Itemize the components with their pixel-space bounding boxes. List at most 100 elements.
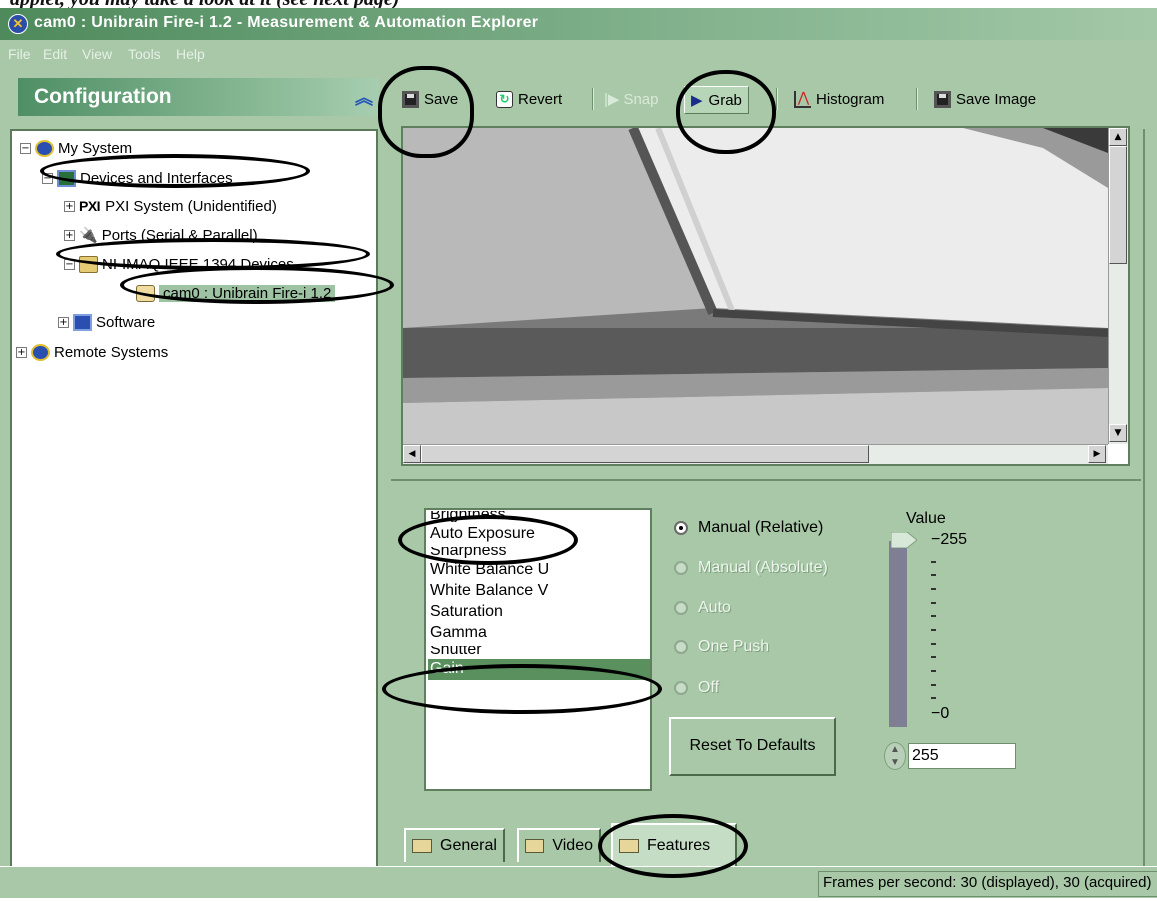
menu-bar: File Edit View Tools Help [0,40,1157,68]
feature-item[interactable]: Saturation [428,602,650,623]
feature-item[interactable]: White Balance U [428,560,650,581]
feature-item[interactable]: Gamma [428,623,650,644]
folder-icon [79,255,98,273]
tree-item-software[interactable]: + Software [58,311,155,333]
radio-label: One Push [698,638,770,655]
slider-thumb-icon[interactable] [891,532,917,548]
configuration-header: Configuration ︽ [18,78,379,116]
floppy-disk-icon [934,90,951,108]
system-icon [31,343,50,361]
collapse-chevron-icon[interactable]: ︽ [355,84,373,110]
slider-tick [931,683,936,686]
radio-manual-relative[interactable]: Manual (Relative) [674,517,823,539]
tab-label: Features [647,837,711,854]
tree-item-imaq-devices[interactable]: − NI-IMAQ IEEE 1394 Devices [64,253,294,275]
slider-tick [931,615,936,618]
slider-min-label: −0 [931,705,950,722]
scroll-left-icon[interactable]: ◀ [403,445,421,463]
scroll-up-icon[interactable]: ▲ [1109,128,1127,146]
tree-item-devices-interfaces[interactable]: − Devices and Interfaces [42,167,233,189]
app-window: ✕ cam0 : Unibrain Fire-i 1.2 - Measureme… [0,8,1157,898]
feature-list[interactable]: Brightness Auto Exposure Sharpness White… [424,508,652,791]
vertical-scroll-thumb[interactable] [1109,146,1127,264]
title-bar: ✕ cam0 : Unibrain Fire-i 1.2 - Measureme… [0,8,1157,40]
scroll-down-icon[interactable]: ▼ [1109,424,1127,442]
feature-item[interactable]: Sharpness [428,547,650,558]
snap-button[interactable]: |▶ Snap [604,86,658,112]
feature-item[interactable]: Auto Exposure [428,524,650,545]
horizontal-scroll-thumb[interactable] [421,445,869,463]
toolbar-separator [776,88,778,110]
tree-item-ports[interactable]: + 🔌 Ports (Serial & Parallel) [64,224,258,246]
right-edge-panel [1143,129,1157,866]
camera-preview: ▲ ▼ ◀ ▶ [401,126,1130,466]
collapse-icon[interactable]: − [64,258,75,270]
expand-icon[interactable]: + [64,229,75,241]
preview-vertical-scrollbar[interactable]: ▲ ▼ [1108,128,1128,444]
toolbar-separator [916,88,918,110]
menu-file[interactable]: File [8,46,31,62]
revert-button[interactable]: ↻ Revert [496,86,562,112]
tree-label: Remote Systems [54,343,169,361]
slider-tick [931,588,936,590]
expand-icon[interactable]: + [64,200,75,212]
scroll-right-icon[interactable]: ▶ [1088,445,1106,463]
value-slider-track[interactable] [889,541,907,727]
revert-label: Revert [518,90,563,108]
histogram-button[interactable]: ⋀ Histogram [794,86,884,112]
save-label: Save [424,90,459,108]
radio-manual-absolute[interactable]: Manual (Absolute) [674,557,828,579]
tree-item-remote-systems[interactable]: + Remote Systems [16,341,168,363]
plug-icon: 🔌 [79,227,98,244]
expand-icon[interactable]: + [58,316,69,328]
menu-view[interactable]: View [82,46,112,62]
preview-horizontal-scrollbar[interactable]: ◀ ▶ [403,444,1108,464]
feature-item[interactable]: Shutter [428,646,650,657]
camera-image [403,128,1108,444]
collapse-icon[interactable]: − [20,142,31,154]
menu-help[interactable]: Help [176,46,205,62]
tree-item-cam0[interactable]: cam0 : Unibrain Fire-i 1.2 [136,282,336,304]
configuration-title: Configuration [34,85,172,108]
tree-item-pxi-system[interactable]: + PXI PXI System (Unidentified) [64,195,277,217]
radio-label: Off [698,679,720,696]
tree-label: cam0 : Unibrain Fire-i 1.2 [159,284,336,302]
feature-item-selected[interactable]: Gain [428,659,650,680]
slider-tick [931,670,936,672]
slider-max-label: −255 [931,531,968,548]
tab-features[interactable]: Features [611,823,737,867]
tab-folder-icon [619,839,639,853]
slider-value-label: Value [906,510,946,527]
fps-status: Frames per second: 30 (displayed), 30 (a… [818,871,1157,897]
radio-icon [674,601,688,615]
expand-icon[interactable]: + [16,346,27,358]
value-input[interactable]: 255 [908,743,1016,769]
slider-tick [931,697,936,700]
feature-item[interactable]: White Balance V [428,581,650,602]
value-stepper-icon[interactable]: ▲ ▼ [884,742,906,770]
device-panel: ▲ ▼ ◀ ▶ Brightness Auto Exposure Sharpne… [391,121,1141,901]
radio-auto[interactable]: Auto [674,597,731,619]
collapse-icon[interactable]: − [42,172,53,184]
save-image-label: Save Image [956,90,1037,108]
grab-button[interactable]: ▶ Grab [684,86,749,114]
feature-item[interactable]: Brightness [428,511,650,522]
camera-icon [136,284,155,302]
save-image-button[interactable]: Save Image [934,86,1036,112]
tab-general[interactable]: General [404,828,505,862]
menu-edit[interactable]: Edit [43,46,67,62]
reset-to-defaults-button[interactable]: Reset To Defaults [669,717,836,776]
radio-checked-icon [674,521,688,535]
radio-off[interactable]: Off [674,677,719,699]
tree-item-my-system[interactable]: − My System [20,137,132,159]
tree-label: My System [58,139,133,157]
tab-video[interactable]: Video [517,828,601,862]
save-button[interactable]: Save [402,86,458,112]
tree-label: Ports (Serial & Parallel) [101,226,258,244]
pxi-icon: PXI [79,198,101,214]
menu-tools[interactable]: Tools [128,46,161,62]
radio-label: Manual (Relative) [698,519,824,536]
toolbar: Save ↻ Revert |▶ Snap ▶ Grab ⋀ Histogram… [390,78,1157,118]
floppy-disk-icon [402,90,419,108]
radio-one-push[interactable]: One Push [674,636,769,658]
